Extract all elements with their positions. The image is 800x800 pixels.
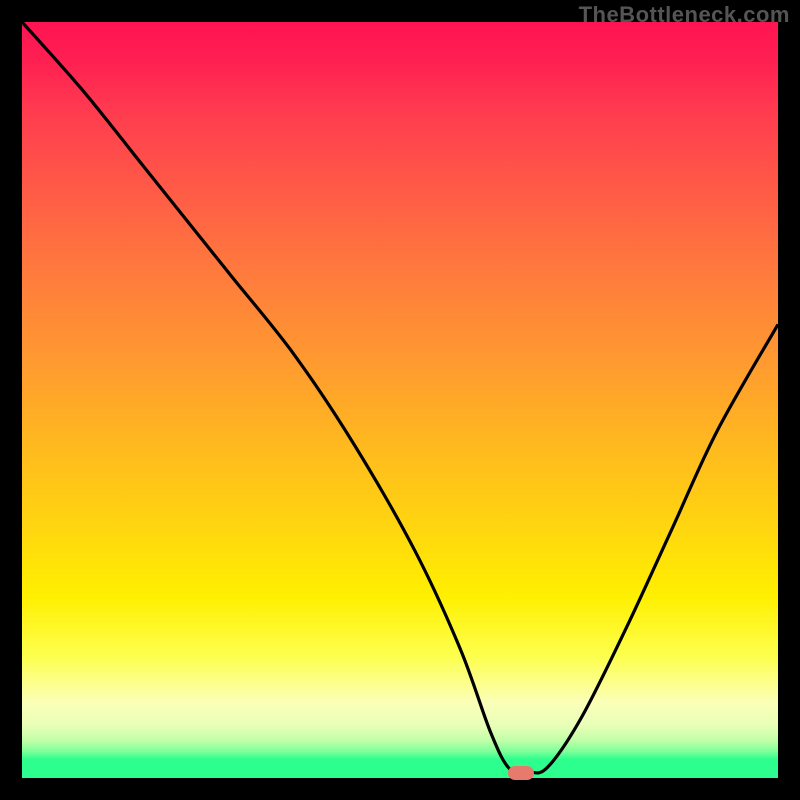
plot-area	[22, 22, 778, 778]
bottleneck-curve-path	[22, 22, 778, 773]
chart-frame: TheBottleneck.com	[0, 0, 800, 800]
optimal-marker	[508, 766, 534, 780]
curve-svg	[22, 22, 778, 778]
